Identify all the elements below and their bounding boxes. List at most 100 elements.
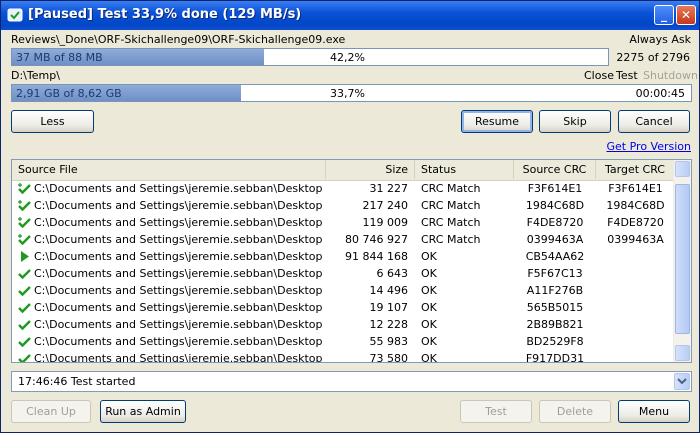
cell-size: 14 496 — [369, 284, 409, 297]
resume-button[interactable]: Resume — [461, 110, 533, 133]
cell-source-crc: 2B89B821 — [526, 318, 584, 331]
cancel-button[interactable]: Cancel — [618, 110, 690, 133]
cell-size: 31 227 — [369, 182, 409, 195]
cell-source-crc: 565B5015 — [526, 301, 584, 314]
cell-source-crc: F4DE8720 — [526, 216, 584, 229]
status-log[interactable]: 17:46:46 Test started — [11, 371, 692, 392]
cell-target-crc: F4DE8720 — [607, 216, 664, 229]
file-progress-text: 37 MB of 88 MB — [16, 51, 103, 64]
status-dropdown-button[interactable] — [674, 373, 690, 390]
run-as-admin-button[interactable]: Run as Admin — [100, 400, 186, 423]
option-shutdown[interactable]: Shutdown — [643, 69, 698, 82]
table-row[interactable]: C:\Documents and Settings\jeremie.sebban… — [12, 197, 675, 214]
cell-size: 80 746 927 — [345, 233, 408, 246]
scroll-up-button[interactable] — [675, 161, 690, 177]
cell-status: OK — [421, 284, 437, 297]
table-row[interactable]: C:\Documents and Settings\jeremie.sebban… — [12, 333, 675, 350]
cell-source-file: C:\Documents and Settings\jeremie.sebban… — [34, 233, 322, 246]
scroll-down-button[interactable] — [675, 345, 690, 361]
cell-size: 91 844 168 — [345, 250, 408, 263]
window-title: [Paused] Test 33,9% done (129 MB/s) — [28, 7, 302, 22]
cell-source-file: C:\Documents and Settings\jeremie.sebban… — [34, 352, 322, 363]
cell-size: 217 240 — [362, 199, 409, 212]
cell-size: 73 580 — [369, 352, 409, 363]
cell-source-file: C:\Documents and Settings\jeremie.sebban… — [34, 284, 322, 297]
file-list-rows: C:\Documents and Settings\jeremie.sebban… — [12, 180, 675, 363]
table-row[interactable]: C:\Documents and Settings\jeremie.sebban… — [12, 282, 675, 299]
cell-status: CRC Match — [421, 182, 481, 195]
scroll-thumb[interactable] — [675, 184, 690, 334]
cell-source-crc: 0399463A — [526, 233, 584, 246]
close-window-button[interactable]: ✕ — [676, 5, 696, 25]
less-button[interactable]: Less — [11, 110, 94, 133]
menu-button[interactable]: Menu — [618, 400, 690, 423]
cell-status: OK — [421, 267, 437, 280]
table-row[interactable]: C:\Documents and Settings\jeremie.sebban… — [12, 265, 675, 282]
status-log-text: 17:46:46 Test started — [18, 375, 136, 388]
cell-source-file: C:\Documents and Settings\jeremie.sebban… — [34, 182, 322, 195]
cell-status: OK — [421, 352, 437, 363]
file-list: Source File Size Status Source CRC Targe… — [11, 159, 692, 363]
column-target-crc[interactable]: Target CRC — [596, 160, 675, 179]
cell-source-file: C:\Documents and Settings\jeremie.sebban… — [34, 335, 322, 348]
table-row[interactable]: C:\Documents and Settings\jeremie.sebban… — [12, 231, 675, 248]
cell-target-crc: 0399463A — [607, 233, 664, 246]
column-size[interactable]: Size — [326, 160, 415, 179]
table-row[interactable]: C:\Documents and Settings\jeremie.sebban… — [12, 350, 675, 363]
file-progress-bar: 37 MB of 88 MB 42,2% — [11, 48, 609, 66]
app-window: [Paused] Test 33,9% done (129 MB/s) _ ✕ … — [0, 0, 700, 433]
cell-size: 19 107 — [369, 301, 409, 314]
verified-check-icon — [18, 183, 31, 195]
option-test[interactable]: Test — [616, 69, 638, 82]
cell-status: OK — [421, 335, 437, 348]
cell-status: OK — [421, 301, 437, 314]
total-progress-text: 2,91 GB of 8,62 GB — [16, 87, 122, 100]
cell-target-crc: 1984C68D — [606, 199, 665, 212]
cell-source-file: C:\Documents and Settings\jeremie.sebban… — [34, 250, 322, 263]
table-row[interactable]: C:\Documents and Settings\jeremie.sebban… — [12, 180, 675, 197]
check-icon — [18, 269, 31, 280]
check-icon — [18, 320, 31, 331]
cell-source-crc: F5F67C13 — [527, 267, 583, 280]
cell-source-crc: A11F276B — [526, 284, 584, 297]
check-icon — [18, 286, 31, 297]
cell-source-crc: CB54AA62 — [525, 250, 585, 263]
cell-status: CRC Match — [421, 233, 481, 246]
file-list-header: Source File Size Status Source CRC Targe… — [12, 160, 675, 181]
table-row[interactable]: C:\Documents and Settings\jeremie.sebban… — [12, 214, 675, 231]
table-row[interactable]: C:\Documents and Settings\jeremie.sebban… — [12, 316, 675, 333]
destination-path: D:\Temp\ — [11, 69, 60, 82]
cell-source-crc: 1984C68D — [525, 199, 585, 212]
main-panel: Reviews\_Done\ORF-Skichallenge09\ORF-Ski… — [4, 30, 698, 429]
option-close[interactable]: Close — [584, 69, 614, 82]
skip-button[interactable]: Skip — [539, 110, 611, 133]
list-scrollbar[interactable] — [673, 160, 691, 362]
total-progress-bar: 2,91 GB of 8,62 GB 33,7% 00:00:45 — [11, 84, 692, 102]
cell-size: 6 643 — [376, 267, 409, 280]
chevron-down-icon — [677, 378, 687, 385]
minimize-button[interactable]: _ — [654, 5, 674, 25]
verified-check-icon — [18, 217, 31, 229]
cell-size: 12 228 — [369, 318, 409, 331]
table-row[interactable]: C:\Documents and Settings\jeremie.sebban… — [12, 299, 675, 316]
column-source-crc[interactable]: Source CRC — [514, 160, 596, 179]
title-bar[interactable]: [Paused] Test 33,9% done (129 MB/s) _ ✕ — [1, 1, 699, 30]
overwrite-mode[interactable]: Always Ask — [629, 33, 691, 46]
table-row[interactable]: C:\Documents and Settings\jeremie.sebban… — [12, 248, 675, 265]
verified-check-icon — [18, 200, 31, 212]
column-source-file[interactable]: Source File — [12, 160, 326, 179]
test-button[interactable]: Test — [460, 400, 532, 423]
check-icon — [18, 303, 31, 314]
clean-up-button[interactable]: Clean Up — [11, 400, 91, 423]
verified-check-icon — [18, 234, 31, 246]
time-remaining: 00:00:45 — [635, 87, 685, 100]
cell-source-crc: F3F614E1 — [527, 182, 583, 195]
get-pro-link[interactable]: Get Pro Version — [607, 140, 692, 153]
delete-button[interactable]: Delete — [539, 400, 611, 423]
cell-status: CRC Match — [421, 199, 481, 212]
cell-source-crc: BD2529F8 — [526, 335, 584, 348]
column-status[interactable]: Status — [415, 160, 514, 179]
cell-size: 55 983 — [369, 335, 409, 348]
total-progress-percent: 33,7% — [330, 87, 365, 100]
cell-source-file: C:\Documents and Settings\jeremie.sebban… — [34, 199, 322, 212]
